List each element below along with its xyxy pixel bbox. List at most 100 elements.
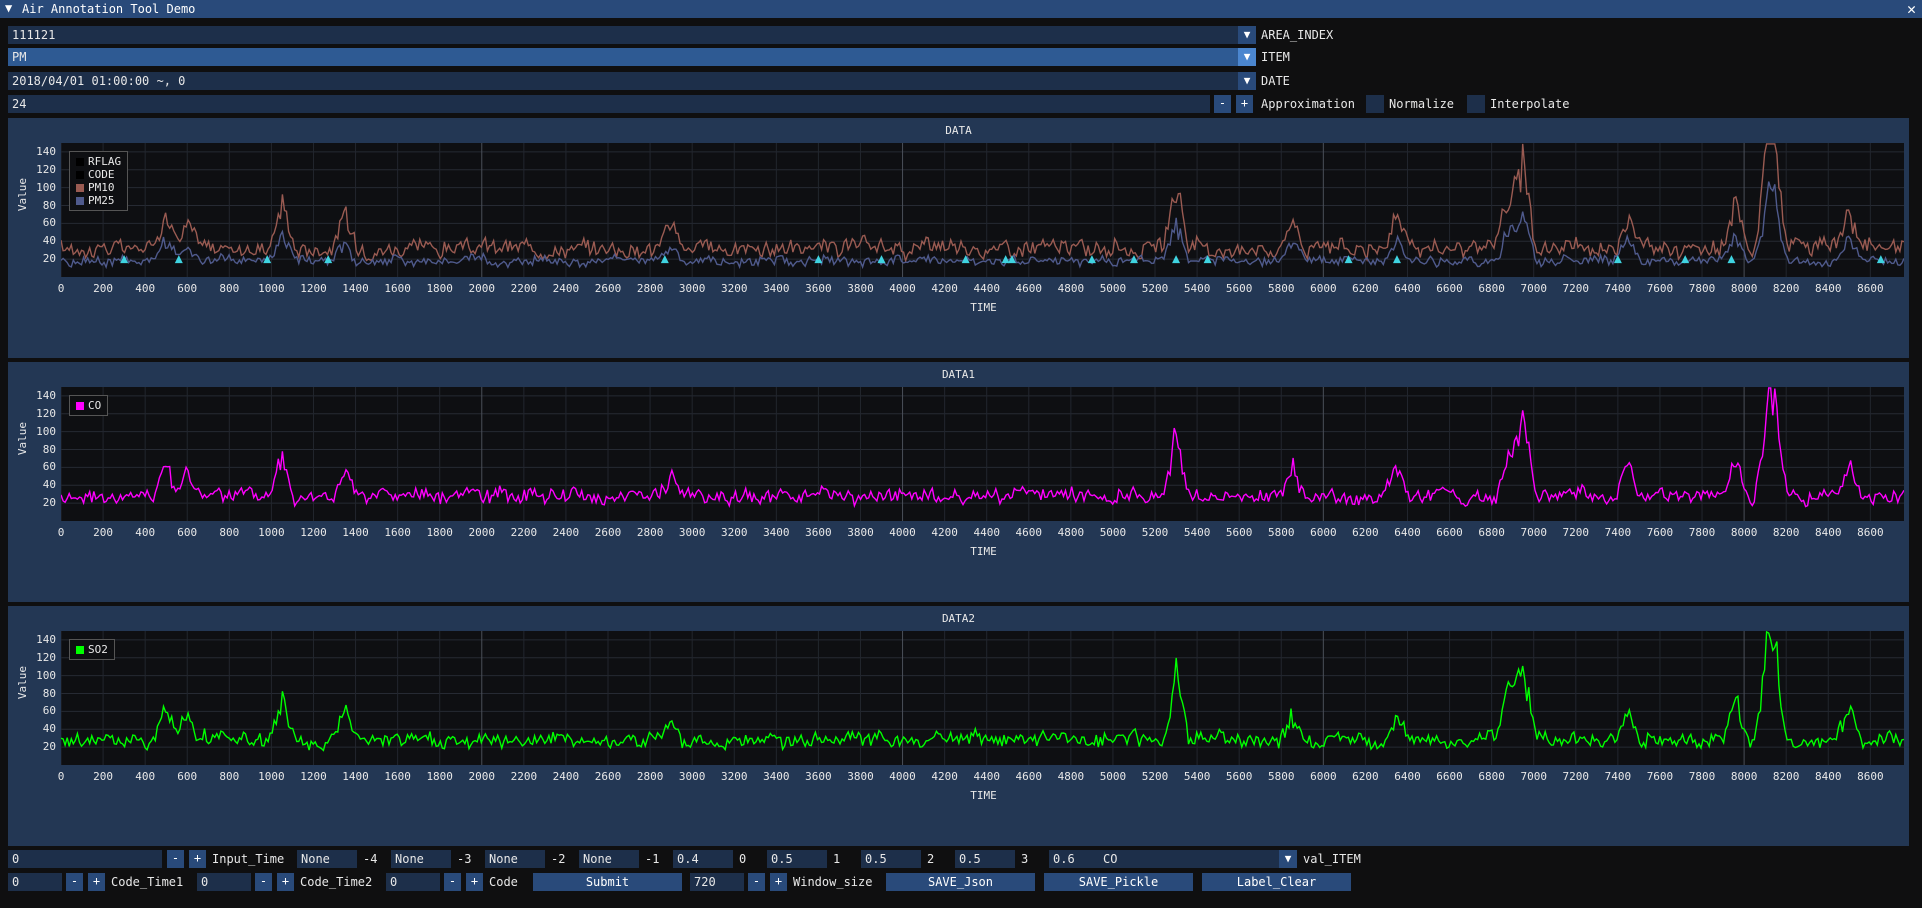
legend-item[interactable]: PM10 [76, 181, 121, 194]
weight-slot-value: 0.4 [677, 852, 699, 866]
window-size-plus-button[interactable]: + [770, 873, 787, 891]
plot-area[interactable]: CO [61, 387, 1904, 521]
code-time1-field[interactable]: 0 [8, 873, 62, 891]
x-tick-label: 1000 [258, 770, 285, 783]
x-tick-label: 1600 [384, 526, 411, 539]
save-pickle-button[interactable]: SAVE_Pickle [1044, 873, 1193, 891]
x-tick-label: 7000 [1520, 526, 1547, 539]
weight-slot-input[interactable]: None [391, 850, 451, 868]
x-tick-label: 5000 [1099, 526, 1127, 539]
x-tick-label: 8400 [1815, 770, 1842, 783]
approximation-minus-button[interactable]: - [1214, 95, 1231, 113]
y-tick-label: 100 [36, 180, 56, 194]
legend-item[interactable]: CODE [76, 168, 121, 181]
approximation-label: Approximation [1261, 97, 1355, 111]
chart-title: DATA1 [941, 368, 976, 381]
submit-button[interactable]: Submit [533, 873, 682, 891]
label-clear-button[interactable]: Label_Clear [1202, 873, 1351, 891]
x-tick-label: 2000 [468, 282, 496, 295]
x-tick-label: 600 [177, 282, 198, 295]
x-tick-label: 2200 [510, 282, 538, 295]
window-size-field[interactable]: 720 [690, 873, 744, 891]
interpolate-checkbox[interactable] [1467, 95, 1485, 113]
chevron-down-icon[interactable]: ▼ [1279, 850, 1297, 868]
date-combo[interactable]: 2018/04/01 01:00:00 ~, 0 ▼ [8, 72, 1256, 90]
y-tick-label: 60 [42, 460, 56, 474]
normalize-checkbox[interactable] [1366, 95, 1384, 113]
close-icon[interactable]: ✕ [1907, 0, 1916, 18]
approximation-input[interactable]: 24 [8, 95, 1210, 113]
x-tick-label: 2800 [636, 526, 664, 539]
area-index-value: 111121 [12, 28, 56, 42]
x-tick-label: 3000 [678, 526, 706, 539]
series-line-co [61, 387, 1904, 509]
code-minus-button[interactable]: - [444, 873, 461, 891]
plot-area[interactable]: SO2 [61, 631, 1904, 765]
weight-slot-input[interactable]: 0.5 [955, 850, 1015, 868]
plot-area[interactable]: RFLAG CODE PM10 PM25 [61, 143, 1904, 277]
x-tick-label: 5200 [1141, 282, 1169, 295]
code-time1-minus-button[interactable]: - [66, 873, 83, 891]
x-tick-label: 4600 [1015, 770, 1043, 783]
window-size-label: Window_size [793, 875, 873, 889]
x-tick-label: 8200 [1772, 282, 1800, 295]
code-time2-minus-button[interactable]: - [255, 873, 272, 891]
input-time-minus-button[interactable]: - [167, 850, 184, 868]
x-tick-label: 0 [57, 526, 65, 539]
x-tick-label: 4400 [973, 770, 1000, 783]
code-field[interactable]: 0 [386, 873, 440, 891]
weight-slot-input[interactable]: None [579, 850, 639, 868]
x-tick-label: 1000 [258, 526, 285, 539]
chevron-down-icon[interactable]: ▼ [1238, 48, 1256, 66]
legend-item[interactable]: RFLAG [76, 155, 121, 168]
chevron-down-icon[interactable]: ▼ [1238, 26, 1256, 44]
legend-swatch [76, 196, 84, 205]
save-json-button[interactable]: SAVE_Json [886, 873, 1035, 891]
area-index-combo[interactable]: 111121 ▼ [8, 26, 1256, 44]
weight-slot-input[interactable]: 0.5 [767, 850, 827, 868]
y-tick-label: 120 [36, 406, 56, 420]
x-tick-label: 2600 [594, 770, 622, 783]
x-tick-label: 8200 [1772, 526, 1800, 539]
x-tick-label: 5400 [1183, 770, 1211, 783]
weight-slot-input[interactable]: 0.4 [673, 850, 733, 868]
x-tick-label: 1800 [426, 526, 453, 539]
x-tick-label: 7000 [1520, 282, 1547, 295]
input-time-field[interactable]: 0 [8, 850, 162, 868]
legend-item[interactable]: SO2 [76, 643, 108, 656]
input-time-plus-button[interactable]: + [189, 850, 206, 868]
item-combo[interactable]: PM ▼ [8, 48, 1256, 66]
y-tick-label: 80 [42, 686, 56, 700]
collapse-icon[interactable]: ▼ [5, 1, 12, 15]
y-tick-label: 20 [42, 740, 56, 754]
weight-slot-input[interactable]: None [297, 850, 357, 868]
code-plus-button[interactable]: + [466, 873, 483, 891]
code-label: Code [489, 875, 518, 889]
x-tick-label: 6200 [1352, 282, 1379, 295]
x-tick-label: 8600 [1857, 526, 1884, 539]
window-title: Air Annotation Tool Demo [22, 2, 196, 16]
chart-legend: SO2 [69, 639, 115, 660]
legend-item[interactable]: PM25 [76, 194, 121, 207]
weight-slot-input[interactable]: None [485, 850, 545, 868]
approximation-plus-button[interactable]: + [1236, 95, 1253, 113]
weight-slot-value: None [583, 852, 612, 866]
code-time1-plus-button[interactable]: + [88, 873, 105, 891]
legend-swatch [76, 401, 84, 410]
x-tick-label: 0 [57, 282, 65, 295]
weight-slot-input[interactable]: 0.5 [861, 850, 921, 868]
normalize-label: Normalize [1389, 97, 1455, 111]
window-size-minus-button[interactable]: - [748, 873, 765, 891]
y-tick-label: 60 [42, 704, 56, 718]
chart-svg [61, 387, 1904, 521]
code-time2-plus-button[interactable]: + [277, 873, 294, 891]
legend-item[interactable]: CO [76, 399, 101, 412]
x-tick-label: 2200 [510, 526, 538, 539]
x-tick-label: 3200 [720, 282, 748, 295]
input-time-label: Input_Time [212, 852, 285, 866]
legend-label: CODE [88, 168, 115, 181]
val-item-combo[interactable]: CO ▼ [1099, 850, 1297, 868]
x-tick-label: 3400 [763, 282, 790, 295]
code-time2-field[interactable]: 0 [197, 873, 251, 891]
chevron-down-icon[interactable]: ▼ [1238, 72, 1256, 90]
